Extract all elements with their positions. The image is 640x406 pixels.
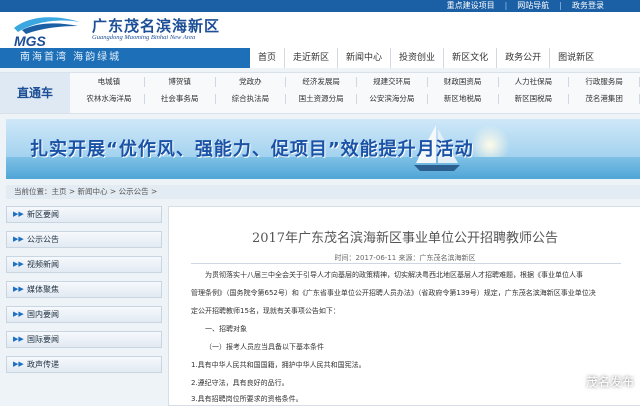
article-subheading: （一）报考人员应当具备以下基本条件 bbox=[205, 343, 324, 351]
double-arrow-icon: ▶▶ bbox=[13, 360, 24, 368]
article-paragraph: 1.具有中华人民共和国国籍，拥护中华人民共和国宪法。 bbox=[191, 361, 366, 369]
sidebar-item-label: 政声传递 bbox=[27, 360, 59, 369]
quick-links-label: 直通车 bbox=[0, 73, 70, 113]
sidebar-item-news[interactable]: ▶▶ 新区要闻 bbox=[6, 206, 162, 223]
double-arrow-icon: ▶▶ bbox=[13, 235, 24, 243]
watermark: 茂名发布 bbox=[567, 373, 634, 390]
article-paragraph: 为贯彻落实十八届三中全会关于引导人才向基层的政策精神，切实解决粤西北地区基层人才… bbox=[205, 271, 583, 279]
quick-link[interactable]: 农林水海洋局 bbox=[74, 94, 145, 104]
sidebar-item-policy[interactable]: ▶▶ 政声传递 bbox=[6, 356, 162, 373]
quick-link[interactable]: 人力社保局 bbox=[499, 77, 570, 87]
site-subtitle: Guangdong Maoming Binhai New Area bbox=[92, 34, 196, 41]
quick-links-grid: 电城镇 博贺镇 党政办 经济发展局 规建交环局 财政国资局 人力社保局 行政服务… bbox=[74, 77, 640, 104]
login-link[interactable]: 政务登录 bbox=[572, 0, 604, 12]
sidebar-item-label: 国际要闻 bbox=[27, 335, 59, 344]
divider bbox=[191, 263, 621, 264]
double-arrow-icon: ▶▶ bbox=[13, 260, 24, 268]
nav-invest[interactable]: 投资创业 bbox=[391, 48, 445, 68]
nav-about[interactable]: 走近新区 bbox=[285, 48, 339, 68]
breadcrumb[interactable]: 当前位置：主页 > 新闻中心 > 公示公告 > bbox=[6, 185, 640, 199]
sidebar-item-label: 媒体聚焦 bbox=[27, 285, 59, 294]
sidebar-item-label: 视频新闻 bbox=[27, 260, 59, 269]
quick-link[interactable]: 党政办 bbox=[216, 77, 287, 87]
top-utility-bar: 重点建设项目 | 网站导航 | 政务登录 bbox=[0, 0, 640, 12]
quick-link[interactable]: 综合执法局 bbox=[216, 94, 287, 104]
nav-home[interactable]: 首页 bbox=[250, 48, 286, 68]
double-arrow-icon: ▶▶ bbox=[13, 335, 24, 343]
sidebar-item-international[interactable]: ▶▶ 国际要闻 bbox=[6, 331, 162, 348]
article-meta: 时间：2017-06-11 来源：广东茂名滨海新区 bbox=[334, 254, 476, 262]
quick-link[interactable]: 新区国税局 bbox=[499, 94, 570, 104]
sidebar-item-domestic[interactable]: ▶▶ 国内要闻 bbox=[6, 306, 162, 323]
double-arrow-icon: ▶▶ bbox=[13, 210, 24, 218]
quick-link[interactable]: 经济发展局 bbox=[286, 77, 357, 87]
quick-link[interactable]: 规建交环局 bbox=[357, 77, 428, 87]
separator: | bbox=[504, 1, 508, 10]
quick-link[interactable]: 新区地税局 bbox=[428, 94, 499, 104]
quick-links-panel: 直通车 电城镇 博贺镇 党政办 经济发展局 规建交环局 财政国资局 人力社保局 … bbox=[0, 72, 640, 114]
mgs-logo-icon[interactable]: MGS bbox=[8, 14, 84, 48]
promo-banner[interactable]: 扎实开展“优作风、强能力、促项目”效能提升月活动 bbox=[6, 119, 640, 179]
sidebar-item-label: 公示公告 bbox=[27, 235, 59, 244]
nav-gov[interactable]: 政务公开 bbox=[497, 48, 551, 68]
quick-link[interactable]: 国土资源分局 bbox=[286, 94, 357, 104]
sidebar-item-video[interactable]: ▶▶ 视频新闻 bbox=[6, 256, 162, 273]
sidebar-item-notices[interactable]: ▶▶ 公示公告 bbox=[6, 231, 162, 248]
article-paragraph: 2.遵纪守法，具有良好的品行。 bbox=[191, 379, 289, 387]
quick-link[interactable]: 行政服务局 bbox=[569, 77, 640, 87]
svg-text:MGS: MGS bbox=[14, 33, 47, 48]
sidebar-item-media[interactable]: ▶▶ 媒体聚焦 bbox=[6, 281, 162, 298]
article-paragraph: 定公开招聘教师15名，现就有关事项公告如下： bbox=[191, 307, 340, 315]
quick-link[interactable]: 博贺镇 bbox=[145, 77, 216, 87]
sidebar-item-label: 国内要闻 bbox=[27, 310, 59, 319]
key-projects-link[interactable]: 重点建设项目 bbox=[447, 0, 495, 12]
quick-link[interactable]: 茂名港集团 bbox=[569, 94, 640, 104]
article-title: 2017年广东茂名滨海新区事业单位公开招聘教师公告 bbox=[251, 231, 559, 246]
article-paragraph: 管理条例》（国务院令第652号）和《广东省事业单位公开招聘人员办法》（省政府令第… bbox=[191, 289, 596, 297]
double-arrow-icon: ▶▶ bbox=[13, 285, 24, 293]
wechat-icon bbox=[567, 376, 582, 387]
quick-link[interactable]: 社会事务局 bbox=[145, 94, 216, 104]
slogan-strip: 南海首湾 海韵绿城 bbox=[0, 48, 250, 68]
quick-link[interactable]: 公安滨海分局 bbox=[357, 94, 428, 104]
double-arrow-icon: ▶▶ bbox=[13, 310, 24, 318]
article-paragraph: 3.具有招聘岗位所要求的资格条件。 bbox=[191, 395, 303, 403]
site-nav-link[interactable]: 网站导航 bbox=[517, 0, 549, 12]
nav-gallery[interactable]: 图说新区 bbox=[550, 48, 602, 68]
quick-link[interactable]: 电城镇 bbox=[74, 77, 145, 87]
separator: | bbox=[559, 1, 562, 10]
site-title[interactable]: 广东茂名滨海新区 bbox=[92, 15, 220, 36]
article-heading: 一、招聘对象 bbox=[205, 325, 247, 333]
sidebar-item-label: 新区要闻 bbox=[27, 210, 59, 219]
top-links: 重点建设项目 | 网站导航 | 政务登录 bbox=[447, 0, 604, 12]
sidebar: ▶▶ 新区要闻 ▶▶ 公示公告 ▶▶ 视频新闻 ▶▶ 媒体聚焦 ▶▶ 国内要闻 ▶▶ 国际要… bbox=[6, 206, 162, 406]
nav-news[interactable]: 新闻中心 bbox=[338, 48, 392, 68]
banner-headline: 扎实开展“优作风、强能力、促项目”效能提升月活动 bbox=[30, 139, 474, 160]
site-header: MGS 广东茂名滨海新区 Guangdong Maoming Binhai Ne… bbox=[0, 12, 640, 48]
main-nav: 首页 走近新区 新闻中心 投资创业 新区文化 政务公开 图说新区 bbox=[250, 48, 602, 68]
watermark-text: 茂名发布 bbox=[585, 375, 634, 389]
quick-link[interactable]: 财政国资局 bbox=[428, 77, 499, 87]
main-nav-row: 南海首湾 海韵绿城 首页 走近新区 新闻中心 投资创业 新区文化 政务公开 图说… bbox=[0, 48, 640, 68]
nav-culture[interactable]: 新区文化 bbox=[444, 48, 498, 68]
